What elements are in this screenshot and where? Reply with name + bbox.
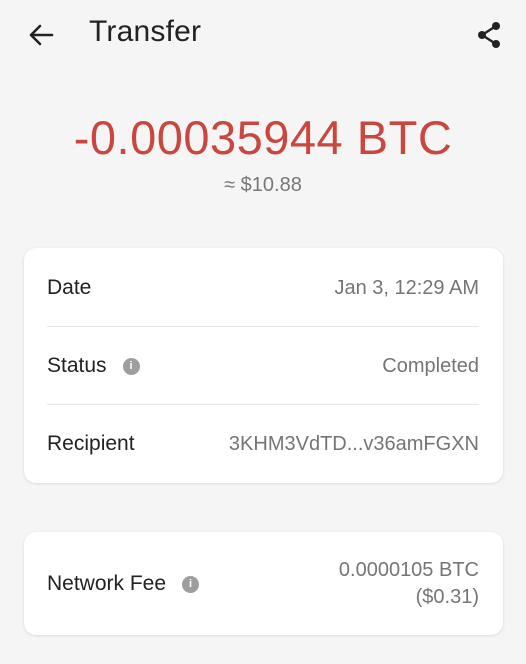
network-fee-label-group: Network Fee i — [47, 572, 200, 596]
network-fee-label: Network Fee — [47, 572, 167, 595]
network-fee-value: 0.0000105 BTC ($0.31) — [339, 557, 479, 611]
arrow-left-icon — [29, 24, 54, 46]
info-icon[interactable]: i — [182, 575, 200, 593]
top-bar: Transfer — [0, 0, 526, 70]
back-button[interactable] — [22, 16, 60, 54]
status-row: Status i Completed — [47, 344, 479, 388]
network-fee-fiat: ($0.31) — [415, 586, 479, 608]
info-icon[interactable]: i — [122, 357, 140, 375]
page-title: Transfer — [89, 15, 202, 48]
status-label-group: Status i — [47, 354, 140, 378]
recipient-row[interactable]: Recipient 3KHM3VdTD...v36amFGXN — [47, 422, 479, 466]
divider — [47, 404, 479, 405]
recipient-label: Recipient — [47, 432, 135, 455]
fiat-amount: ≈ $10.88 — [224, 174, 302, 196]
network-fee-btc: 0.0000105 BTC — [338, 559, 479, 581]
divider — [47, 326, 479, 327]
date-label: Date — [47, 276, 92, 299]
crypto-amount: -0.00035944 BTC — [73, 111, 453, 164]
network-fee-row: Network Fee i 0.0000105 BTC ($0.31) — [47, 556, 479, 612]
share-icon — [478, 22, 500, 48]
fee-card: Network Fee i 0.0000105 BTC ($0.31) — [24, 532, 503, 635]
date-value: Jan 3, 12:29 AM — [334, 276, 479, 299]
share-button[interactable] — [470, 16, 508, 54]
transfer-screen: Transfer -0.00035944 BTC ≈ $10.88 Date J… — [0, 0, 526, 664]
date-row: Date Jan 3, 12:29 AM — [47, 266, 479, 310]
status-label: Status — [47, 354, 107, 377]
status-value: Completed — [382, 354, 479, 377]
recipient-address[interactable]: 3KHM3VdTD...v36amFGXN — [229, 433, 479, 456]
details-card: Date Jan 3, 12:29 AM Status i Completed … — [24, 248, 503, 483]
